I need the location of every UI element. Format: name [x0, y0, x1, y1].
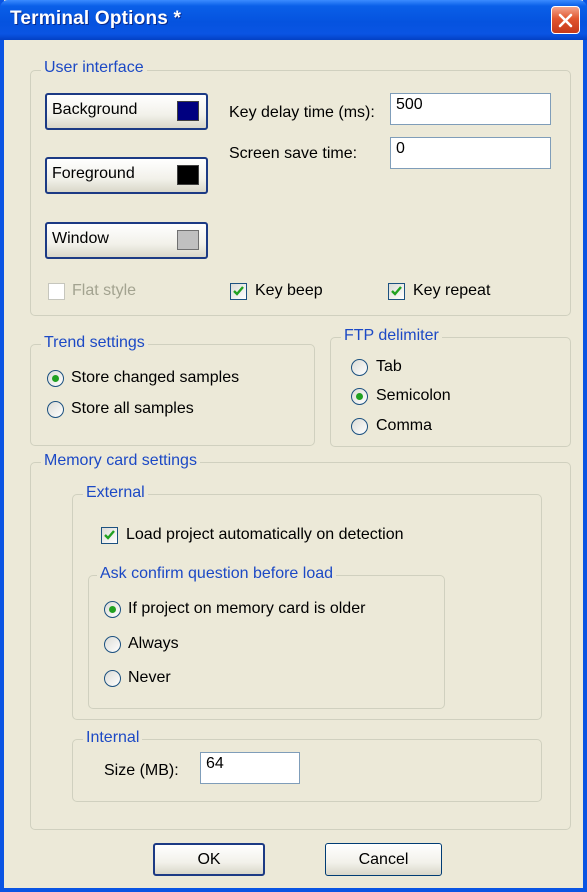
confirm-always-radio[interactable] — [104, 636, 121, 653]
load-automatically-label: Load project automatically on detection — [126, 526, 404, 543]
memory-card-settings-group-label: Memory card settings — [41, 452, 200, 470]
flat-style-label: Flat style — [72, 282, 137, 299]
close-icon — [558, 13, 573, 28]
store-changed-samples-label: Store changed samples — [71, 369, 240, 386]
ok-button[interactable]: OK — [153, 843, 265, 876]
close-button[interactable] — [551, 6, 580, 34]
background-button-label: Background — [52, 101, 138, 118]
internal-size-input[interactable]: 64 — [200, 752, 300, 784]
window-color-swatch — [177, 230, 199, 250]
title-bar[interactable]: Terminal Options * — [0, 0, 587, 40]
foreground-color-swatch — [177, 165, 199, 185]
confirm-never-label: Never — [128, 669, 171, 686]
window-title: Terminal Options * — [10, 8, 182, 29]
ftp-comma-label: Comma — [376, 417, 433, 434]
key-delay-input[interactable]: 500 — [390, 93, 551, 125]
confirm-question-group-label: Ask confirm question before load — [97, 565, 337, 583]
key-repeat-label: Key repeat — [413, 282, 491, 299]
window-button-label: Window — [52, 230, 109, 247]
user-interface-group-label: User interface — [41, 59, 147, 77]
store-all-samples-radio[interactable] — [47, 401, 64, 418]
key-repeat-checkbox[interactable] — [388, 283, 405, 300]
trend-settings-group — [30, 344, 315, 446]
internal-group-label: Internal — [83, 729, 143, 747]
checkmark-icon — [233, 286, 244, 296]
confirm-if-older-label: If project on memory card is older — [128, 600, 366, 617]
background-color-swatch — [177, 101, 199, 121]
window-color-button[interactable]: Window — [45, 222, 208, 259]
key-beep-label: Key beep — [255, 282, 323, 299]
screen-save-input[interactable]: 0 — [390, 137, 551, 169]
checkmark-icon — [104, 530, 115, 540]
foreground-button-label: Foreground — [52, 165, 135, 182]
store-changed-samples-radio[interactable] — [47, 370, 64, 387]
confirm-if-older-radio[interactable] — [104, 601, 121, 618]
ftp-delimiter-group-label: FTP delimiter — [341, 327, 442, 345]
ftp-comma-radio[interactable] — [351, 418, 368, 435]
ok-button-label: OK — [197, 851, 221, 868]
internal-size-label: Size (MB): — [104, 762, 179, 779]
load-automatically-checkbox[interactable] — [101, 527, 118, 544]
confirm-always-label: Always — [128, 635, 179, 652]
foreground-color-button[interactable]: Foreground — [45, 157, 208, 194]
store-all-samples-label: Store all samples — [71, 400, 194, 417]
cancel-button-label: Cancel — [358, 851, 409, 868]
external-group-label: External — [83, 484, 148, 502]
ftp-semicolon-radio[interactable] — [351, 388, 368, 405]
confirm-never-radio[interactable] — [104, 670, 121, 687]
background-color-button[interactable]: Background — [45, 93, 208, 130]
trend-settings-group-label: Trend settings — [41, 334, 148, 352]
ftp-tab-label: Tab — [376, 358, 402, 375]
checkmark-icon — [391, 286, 402, 296]
flat-style-checkbox[interactable] — [48, 283, 65, 300]
screen-save-label: Screen save time: — [229, 145, 358, 162]
cancel-button[interactable]: Cancel — [325, 843, 442, 876]
ftp-semicolon-label: Semicolon — [376, 387, 451, 404]
key-beep-checkbox[interactable] — [230, 283, 247, 300]
ftp-tab-radio[interactable] — [351, 359, 368, 376]
key-delay-label: Key delay time (ms): — [229, 104, 375, 121]
